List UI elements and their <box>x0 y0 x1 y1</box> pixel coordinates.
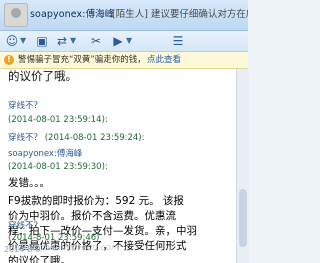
video-icon[interactable]: ▶ <box>110 33 126 49</box>
sender-name: 穿线不？ <box>8 101 43 111</box>
chat-header: soapyonex:傅海峰 [陌生人] 建议要仔细确认对方在店里控钱 <box>0 0 248 31</box>
message-text: 发错。。。 <box>8 177 50 189</box>
warning-icon: ! <box>4 55 14 65</box>
contact-name[interactable]: soapyonex:傅海峰 <box>30 6 114 20</box>
message-text: 的议价了哦。 <box>8 69 77 83</box>
avatar[interactable] <box>4 3 28 27</box>
message-line: 的议价了哦。 <box>8 255 71 263</box>
notice-link[interactable]: 点此查看 <box>147 52 181 68</box>
transfer-icon[interactable]: ⇄ <box>54 33 70 49</box>
security-notice: ! 警惕骗子冒充“双黄”骗走你的钱， 点此查看 <box>0 52 248 69</box>
chevron-down-icon[interactable]: ▼ <box>20 33 26 49</box>
message-sender: 穿线不？ (2014-08-01 23:59:24): <box>8 131 145 143</box>
sender-name: 穿线不？ <box>8 221 43 231</box>
scrollbar-thumb[interactable] <box>239 189 247 247</box>
message-line: F9拔款的即时报价为：592 元。 该报 <box>8 195 184 207</box>
sender-name: 穿线不？ <box>8 133 43 143</box>
message-sender: 穿线不？ <box>8 99 42 111</box>
image-icon[interactable]: ▣ <box>34 33 50 49</box>
notice-text: 警惕骗子冒充“双黄”骗走你的钱， <box>18 55 146 65</box>
sender-name: soapyonex:傅海峰 <box>8 149 83 159</box>
message-timestamp: (2014-08-01 23:59:14): <box>8 115 108 125</box>
menu-icon[interactable]: ☰ <box>170 33 186 49</box>
chevron-down-icon[interactable]: ▼ <box>126 33 132 49</box>
message-sender: soapyonex:傅海峰 <box>8 147 82 159</box>
chevron-down-icon[interactable]: ▼ <box>70 33 76 49</box>
scrollbar[interactable] <box>236 69 249 263</box>
message-timestamp: (2014-08-01 23:59:24): <box>44 133 145 143</box>
screenshot-icon[interactable]: ✂ <box>88 33 104 49</box>
emoticon-icon[interactable]: ☺ <box>4 33 20 49</box>
message-timestamp: (2014-08-01 23:59:30): <box>8 162 108 172</box>
message-time: (2014-8-01 23:59:46) <box>8 233 100 243</box>
chat-toolbar: ☺ ▼ ▣ ⇄ ▼ ✂ ▶ ▼ ☰ <box>0 31 248 52</box>
message-timestamp: (2014-8-01 23:59:46) <box>8 233 100 243</box>
contact-status: [陌生人] 建议要仔细确认对方在店里控钱 <box>112 9 248 20</box>
timestamp-fragment: 2014-8-0 <box>4 245 41 254</box>
message-sender: 穿线不？ <box>8 219 42 231</box>
message-time: (2014-08-01 23:59:14): <box>8 115 108 125</box>
message-time: (2014-08-01 23:59:30): <box>8 162 108 172</box>
